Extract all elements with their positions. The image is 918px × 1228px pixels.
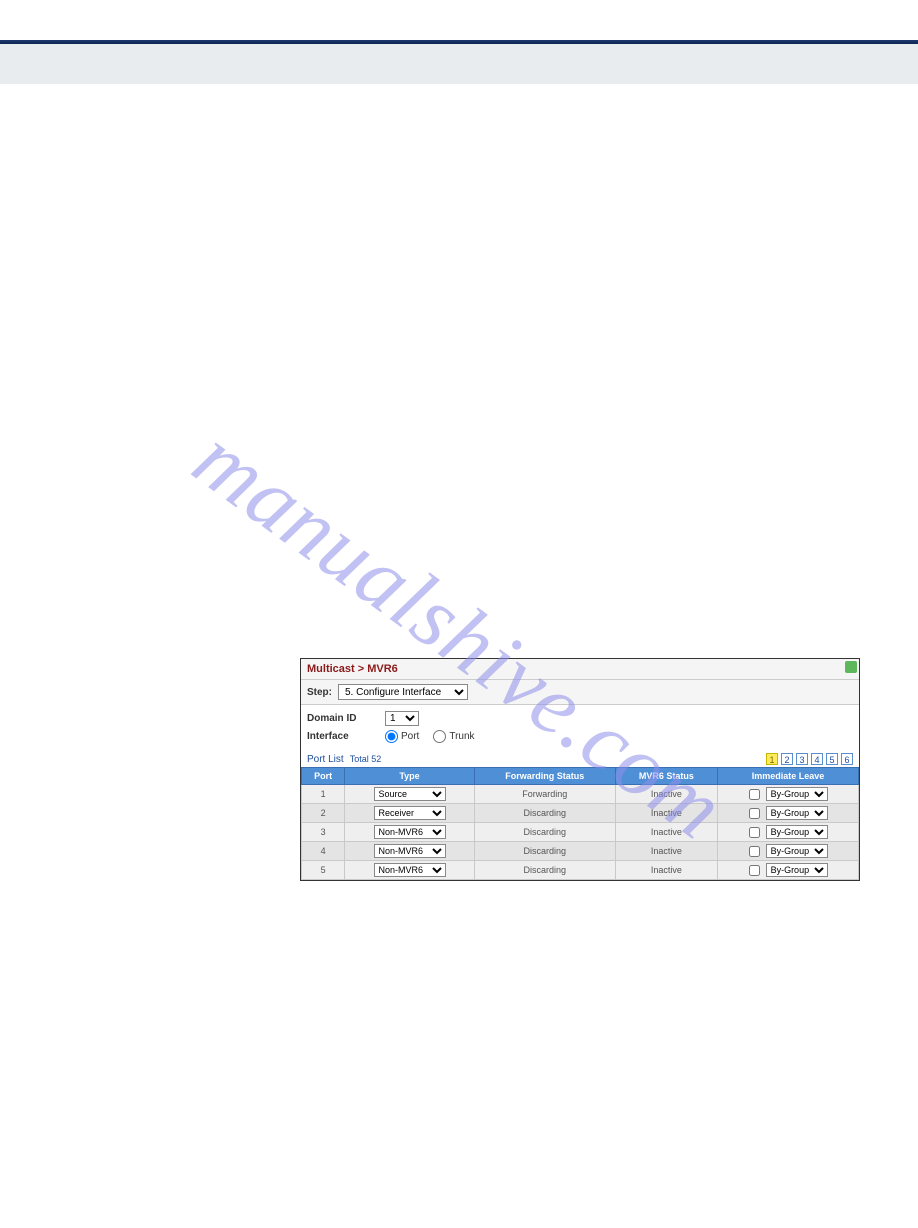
cell-leave: By-Group xyxy=(718,861,859,880)
th-type: Type xyxy=(345,768,475,785)
cell-fwd: Forwarding xyxy=(474,785,615,804)
domain-label: Domain ID xyxy=(307,713,377,724)
leave-select[interactable]: By-Group xyxy=(766,863,828,877)
domain-row: Domain ID 1 xyxy=(307,711,853,726)
cell-leave: By-Group xyxy=(718,842,859,861)
cell-mvr: Inactive xyxy=(615,804,717,823)
cell-leave: By-Group xyxy=(718,804,859,823)
step-row: Step: 5. Configure Interface xyxy=(301,680,859,705)
cell-port: 5 xyxy=(302,861,345,880)
interface-row: Interface Port Trunk xyxy=(307,730,853,743)
radio-trunk-label[interactable]: Trunk xyxy=(433,730,474,743)
cell-port: 4 xyxy=(302,842,345,861)
pager-page-2[interactable]: 2 xyxy=(781,753,793,765)
table-row: 3 Non-MVR6 Discarding Inactive By-Group xyxy=(302,823,859,842)
radio-port-text: Port xyxy=(401,731,419,742)
help-icon[interactable] xyxy=(845,661,857,673)
th-leave: Immediate Leave xyxy=(718,768,859,785)
port-list-total: Total 52 xyxy=(350,754,382,764)
table-row: 2 Receiver Discarding Inactive By-Group xyxy=(302,804,859,823)
cell-mvr: Inactive xyxy=(615,842,717,861)
domain-select[interactable]: 1 xyxy=(385,711,419,726)
cell-type: Source xyxy=(345,785,475,804)
step-label: Step: xyxy=(307,687,332,698)
cell-port: 2 xyxy=(302,804,345,823)
breadcrumb: Multicast > MVR6 xyxy=(301,659,859,680)
cell-mvr: Inactive xyxy=(615,861,717,880)
pager-page-5[interactable]: 5 xyxy=(826,753,838,765)
cell-type: Non-MVR6 xyxy=(345,842,475,861)
th-fwd: Forwarding Status xyxy=(474,768,615,785)
interface-label: Interface xyxy=(307,731,377,742)
leave-checkbox[interactable] xyxy=(749,846,760,857)
type-select[interactable]: Non-MVR6 xyxy=(374,825,446,839)
controls-block: Domain ID 1 Interface Port Trunk xyxy=(301,705,859,751)
port-list-title: Port List xyxy=(307,754,344,765)
cell-leave: By-Group xyxy=(718,785,859,804)
cell-fwd: Discarding xyxy=(474,861,615,880)
leave-select[interactable]: By-Group xyxy=(766,825,828,839)
pager-page-1[interactable]: 1 xyxy=(766,753,778,765)
pager-page-4[interactable]: 4 xyxy=(811,753,823,765)
cell-port: 3 xyxy=(302,823,345,842)
leave-checkbox[interactable] xyxy=(749,789,760,800)
leave-checkbox[interactable] xyxy=(749,865,760,876)
cell-mvr: Inactive xyxy=(615,785,717,804)
leave-select[interactable]: By-Group xyxy=(766,844,828,858)
type-select[interactable]: Non-MVR6 xyxy=(374,844,446,858)
step-select[interactable]: 5. Configure Interface xyxy=(338,684,468,700)
th-port: Port xyxy=(302,768,345,785)
radio-trunk-text: Trunk xyxy=(449,731,474,742)
leave-checkbox[interactable] xyxy=(749,808,760,819)
cell-fwd: Discarding xyxy=(474,842,615,861)
radio-port-label[interactable]: Port xyxy=(385,730,419,743)
cell-fwd: Discarding xyxy=(474,823,615,842)
port-list-header: Port List Total 52 1 2 3 4 5 6 xyxy=(301,751,859,767)
leave-select[interactable]: By-Group xyxy=(766,787,828,801)
radio-port[interactable] xyxy=(385,730,398,743)
leave-checkbox[interactable] xyxy=(749,827,760,838)
cell-type: Non-MVR6 xyxy=(345,823,475,842)
cell-port: 1 xyxy=(302,785,345,804)
port-list-title-group: Port List Total 52 xyxy=(307,754,381,765)
cell-fwd: Discarding xyxy=(474,804,615,823)
type-select[interactable]: Non-MVR6 xyxy=(374,863,446,877)
table-row: 4 Non-MVR6 Discarding Inactive By-Group xyxy=(302,842,859,861)
pager-page-3[interactable]: 3 xyxy=(796,753,808,765)
page-top-band xyxy=(0,44,918,84)
leave-select[interactable]: By-Group xyxy=(766,806,828,820)
cell-type: Receiver xyxy=(345,804,475,823)
header-row: Port Type Forwarding Status MVR6 Status … xyxy=(302,768,859,785)
mvr6-config-panel: Multicast > MVR6 Step: 5. Configure Inte… xyxy=(300,658,860,881)
cell-leave: By-Group xyxy=(718,823,859,842)
table-row: 5 Non-MVR6 Discarding Inactive By-Group xyxy=(302,861,859,880)
port-table: Port Type Forwarding Status MVR6 Status … xyxy=(301,767,859,880)
radio-trunk[interactable] xyxy=(433,730,446,743)
table-body: 1 Source Forwarding Inactive By-Group 2 … xyxy=(302,785,859,880)
table-row: 1 Source Forwarding Inactive By-Group xyxy=(302,785,859,804)
pager: 1 2 3 4 5 6 xyxy=(766,753,853,765)
th-mvr: MVR6 Status xyxy=(615,768,717,785)
breadcrumb-text: Multicast > MVR6 xyxy=(307,663,398,675)
pager-page-6[interactable]: 6 xyxy=(841,753,853,765)
cell-mvr: Inactive xyxy=(615,823,717,842)
cell-type: Non-MVR6 xyxy=(345,861,475,880)
interface-radio-group: Port Trunk xyxy=(385,730,475,743)
type-select[interactable]: Receiver xyxy=(374,806,446,820)
type-select[interactable]: Source xyxy=(374,787,446,801)
